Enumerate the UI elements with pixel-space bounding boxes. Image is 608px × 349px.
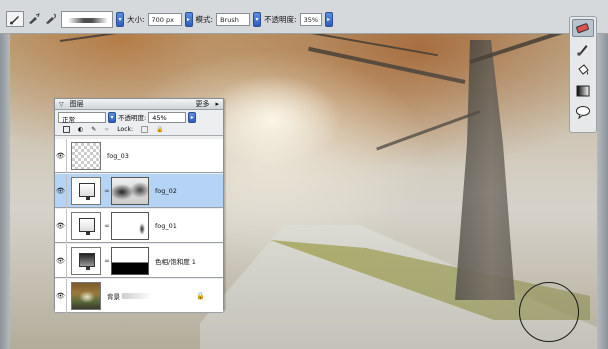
layer-opacity-stepper-icon[interactable]: ▸ [188,111,197,123]
layer-thumbnail [71,211,101,240]
visibility-eye-icon[interactable]: 👁 [55,278,67,313]
mask-link-icon[interactable]: ∞ [103,257,111,265]
size-field[interactable]: 700 px [147,12,182,26]
layer-name: 色相/饱和度 1 [155,257,196,266]
more-menu-button[interactable]: 更多 [195,99,209,109]
link-layers-icon[interactable]: ∞ [104,126,109,133]
size-stepper-icon[interactable]: ▸ [184,11,193,27]
layers-panel-title: 图层 [69,100,84,108]
brush-tool-icon [10,16,19,25]
tool-preset-picker[interactable] [6,11,24,27]
opacity-field[interactable]: 35% [299,12,322,26]
lock-label: Lock: [117,126,133,133]
mode-dropdown-icon[interactable]: ▾ [253,11,262,27]
layer-style-icon[interactable]: ✎ [91,126,96,133]
options-bar-controls: ▾ 大小: 700 px ▸ 模式: Brush ▾ 不透明度: 35% ▸ [6,10,333,28]
layer-mask-thumbnail[interactable] [111,176,149,205]
layer-row[interactable]: 👁 背景 🔒 [55,278,223,313]
mode-select[interactable]: Brush [216,12,251,26]
mode-label: 模式: [195,14,214,24]
opacity-stepper-icon[interactable]: ▸ [324,11,333,27]
gradient-icon[interactable] [572,82,594,100]
layer-mask-thumbnail[interactable] [111,211,149,240]
layer-name: fog_01 [155,221,177,230]
layer-opacity-field[interactable]: 45% [148,111,187,123]
layer-thumbnail [71,141,101,170]
eraser-icon[interactable] [572,19,594,37]
name-highlight [122,292,152,299]
adjustment-layer-icon[interactable]: ◐ [78,126,83,133]
brush-picker-arrow-icon[interactable]: ▾ [116,11,124,27]
layer-opacity-label: 不透明度: [118,114,147,122]
lock-transparency-icon[interactable] [140,126,148,133]
layer-name: fog_02 [155,186,177,195]
layer-tools-row: ◐ ✎ ∞ Lock: 🔒 [55,124,223,136]
monitor-icon [79,182,95,200]
visibility-eye-icon[interactable]: 👁 [55,243,67,278]
layer-row[interactable]: 👁 ∞ fog_02 [55,173,223,208]
blend-mode-select[interactable]: 正常 [58,111,106,124]
layer-row[interactable]: 👁 ∞ 色相/饱和度 1 [55,243,223,278]
toolbox [569,16,597,133]
lock-all-icon[interactable]: 🔒 [156,126,163,133]
hue-saturation-icon [79,252,95,270]
brush-preset-preview[interactable] [61,10,113,28]
layer-lock-icon: 🔒 [196,291,205,300]
visibility-eye-icon[interactable]: 👁 [55,138,67,173]
layers-panel: ▽ 图层 更多 ▸ 正常 ▾ 不透明度: 45% ▸ ◐ ✎ ∞ Lock: 🔒… [54,98,224,313]
layer-mask-thumbnail[interactable] [111,246,149,275]
layers-panel-header[interactable]: ▽ 图层 更多 ▸ [55,99,223,110]
more-arrow-icon[interactable]: ▸ [215,100,219,108]
blend-mode-dropdown-icon[interactable]: ▾ [108,111,116,123]
layer-thumbnail [71,246,101,275]
speech-bubble-icon[interactable] [572,103,594,121]
layer-thumbnail [71,176,101,205]
layer-name: 背景 [107,292,120,301]
blend-mode-row: 正常 ▾ 不透明度: 45% ▸ [55,110,223,124]
collapse-triangle-icon[interactable]: ▽ [59,101,64,108]
brush-mode-icon[interactable] [44,12,58,26]
visibility-eye-icon[interactable]: 👁 [55,173,67,208]
paint-bucket-icon[interactable] [572,61,594,79]
layer-row[interactable]: 👁 ∞ fog_01 [55,208,223,243]
new-layer-icon[interactable] [63,126,70,133]
airbrush-mode-icon[interactable] [27,12,41,26]
left-panel-edge [0,34,10,349]
right-panel-edge [597,34,608,349]
layer-row[interactable]: 👁 fog_03 [55,138,223,173]
options-bar: ▾ 大小: 700 px ▸ 模式: Brush ▾ 不透明度: 35% ▸ [0,0,608,34]
layer-name: fog_03 [107,151,129,160]
mask-link-icon[interactable]: ∞ [103,187,111,195]
brush-icon[interactable] [572,40,594,58]
brush-cursor [519,282,579,342]
layer-thumbnail [71,281,101,310]
monitor-icon [79,217,95,235]
size-label: 大小: [127,14,145,24]
mask-link-icon[interactable]: ∞ [103,222,111,230]
opacity-label: 不透明度: [264,14,297,24]
brush-stroke-sample [68,17,108,23]
visibility-eye-icon[interactable]: 👁 [55,208,67,243]
